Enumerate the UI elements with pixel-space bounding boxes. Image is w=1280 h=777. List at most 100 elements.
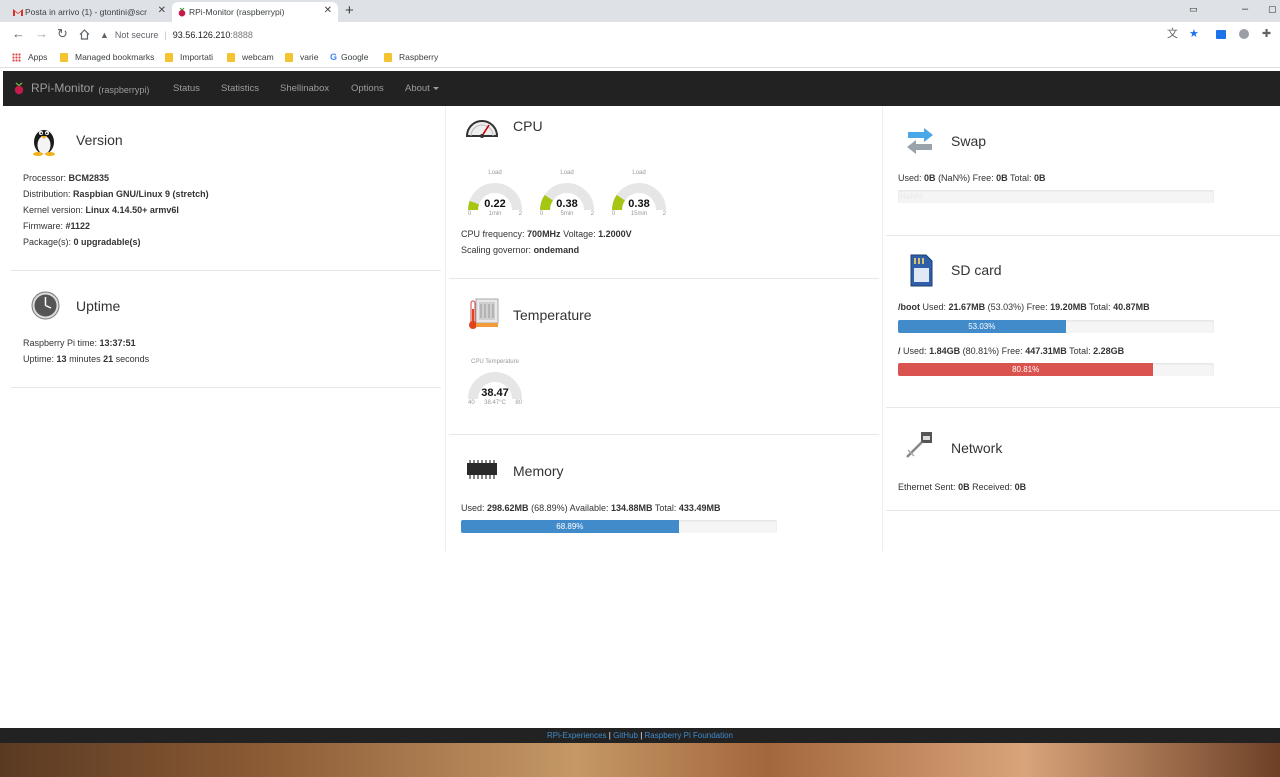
bookmark-varie[interactable]: varie (285, 52, 318, 62)
desktop-background (0, 743, 1280, 777)
panel-title: Memory (513, 463, 564, 479)
folder-icon (227, 52, 235, 62)
gmail-icon (13, 9, 23, 16)
folder-icon (165, 52, 173, 62)
tab-title: Posta in arrivo (1) - gtontini@scr (25, 7, 148, 17)
uptime-panel: Uptime Raspberry Pi time: 13:37:51 Uptim… (11, 271, 441, 388)
boot-usage-row: /boot Used: 21.67MB (53.03%) Free: 19.20… (898, 302, 1150, 312)
sdcard-panel: SD card /boot Used: 21.67MB (53.03%) Fre… (886, 236, 1280, 408)
star-icon[interactable]: ★ (1189, 28, 1199, 40)
bookmark-importati[interactable]: Importati (165, 52, 213, 62)
linux-penguin-icon (33, 130, 55, 156)
boot-progress-bar: 53.03% (898, 320, 1214, 333)
url-port: :8888 (230, 30, 253, 40)
bookmark-managed[interactable]: Managed bookmarks (60, 52, 154, 62)
temperature-panel: Temperature CPU Temperature 38.47 40 38.… (449, 279, 879, 435)
gauge-value: 0.38 (556, 198, 578, 210)
gauge-label: 1min (488, 211, 502, 217)
tab-gmail[interactable]: Posta in arrivo (1) - gtontini@scr ✕ (8, 2, 172, 22)
cpu-temperature-gauge: CPU Temperature 38.47 40 38.47°C 80 (465, 359, 525, 409)
gauge-max: 2 (518, 211, 522, 217)
kernel-row: Kernel version: Linux 4.14.50+ armv6l (23, 205, 179, 215)
gauge-title: Load (488, 170, 502, 176)
panel-title: SD card (951, 262, 1002, 278)
column-divider (445, 106, 446, 551)
uptime-row: Uptime: 13 minutes 21 seconds (23, 354, 150, 364)
folder-icon (285, 52, 293, 62)
not-secure-label[interactable]: Not secure (115, 30, 159, 40)
network-cable-icon (906, 432, 932, 458)
browser-toolbar: ← → ↻ ▲ Not secure | 93.56.126.210:8888 … (0, 22, 1280, 48)
cpu-frequency-row: CPU frequency: 700MHz Voltage: 1.2000V (461, 229, 632, 239)
nav-shellinabox[interactable]: Shellinabox (280, 83, 329, 94)
bookmark-google[interactable]: G Google (330, 52, 368, 62)
caret-down-icon (432, 86, 439, 90)
top-navbar: RPi-Monitor (raspberrypi) Status Statist… (3, 71, 1280, 106)
new-tab-icon[interactable]: + (345, 2, 354, 20)
footer-link-rpi-experiences[interactable]: RPi-Experiences (547, 731, 607, 740)
puzzle-icon[interactable]: ✚ (1262, 28, 1271, 40)
swap-usage-row: Used: 0B (NaN%) Free: 0B Total: 0B (898, 173, 1046, 183)
raspberry-icon (178, 7, 186, 17)
panel-title: Swap (951, 133, 987, 149)
memory-progress-fill: 68.89% (461, 520, 679, 533)
gauge-title: Load (632, 170, 646, 176)
root-progress-bar: 80.81% (898, 363, 1214, 376)
warning-icon[interactable]: ▲ (100, 30, 109, 40)
memory-usage-row: Used: 298.62MB (68.89%) Available: 134.8… (461, 503, 721, 513)
clock-icon (31, 291, 60, 320)
swap-progress-label: NaN% (900, 192, 924, 201)
nav-options[interactable]: Options (351, 83, 384, 94)
back-icon[interactable]: ← (12, 26, 25, 42)
nav-statistics[interactable]: Statistics (221, 83, 259, 94)
gauge-title: Load (560, 170, 574, 176)
memory-chip-icon (467, 460, 497, 479)
root-usage-row: / Used: 1.84GB (80.81%) Free: 447.31MB T… (898, 346, 1125, 356)
profile-icon[interactable]: ▭ (1189, 0, 1198, 18)
footer-link-raspberry-pi-foundation[interactable]: Raspberry Pi Foundation (645, 731, 734, 740)
firmware-row: Firmware: #1122 (23, 221, 91, 231)
tab-rpi-monitor[interactable]: RPi-Monitor (raspberrypi) ✕ (172, 2, 338, 22)
brand-hostname: (raspberrypi) (98, 85, 150, 95)
nav-status[interactable]: Status (173, 83, 200, 94)
profile-avatar-icon[interactable] (1239, 29, 1249, 39)
google-icon: G (330, 52, 338, 62)
close-icon[interactable]: ✕ (158, 5, 166, 16)
version-panel: Version Processor: BCM2835 Distribution:… (11, 106, 441, 271)
speedometer-icon (465, 120, 499, 138)
gauge-value: 0.22 (484, 198, 506, 210)
footer-link-github[interactable]: GitHub (613, 731, 638, 740)
memory-progress-bar: 68.89% (461, 520, 777, 533)
brand-link[interactable]: RPi-Monitor (raspberrypi) (13, 81, 149, 95)
panel-title: CPU (513, 118, 543, 134)
gauge-max: 2 (590, 211, 594, 217)
panel-title: Version (76, 132, 123, 148)
home-icon[interactable] (79, 29, 90, 40)
forward-icon[interactable]: → (35, 26, 48, 42)
reload-icon[interactable]: ↻ (57, 26, 68, 42)
folder-icon (384, 52, 392, 62)
distribution-row: Distribution: Raspbian GNU/Linux 9 (stre… (23, 189, 209, 199)
minimize-icon[interactable]: – (1242, 0, 1248, 18)
address-bar[interactable]: ▲ Not secure | 93.56.126.210:8888 (100, 25, 1160, 45)
browser-tab-strip: Posta in arrivo (1) - gtontini@scr ✕ RPi… (0, 0, 1280, 22)
bookmark-raspberry[interactable]: Raspberry (384, 52, 438, 62)
nav-about-label: About (405, 83, 430, 94)
maximize-icon[interactable]: ▢ (1268, 0, 1277, 18)
translate-icon[interactable]: 文 (1167, 28, 1178, 40)
root-progress-fill: 80.81% (898, 363, 1154, 376)
bookmark-apps[interactable]: Apps (12, 52, 47, 62)
governor-row: Scaling governor: ondemand (461, 245, 580, 255)
gauge-label: 5min (560, 211, 574, 217)
boot-progress-fill: 53.03% (898, 320, 1066, 333)
packages-row: Package(s): 0 upgradable(s) (23, 237, 141, 247)
extension-icon[interactable] (1216, 30, 1226, 39)
page-footer: RPi-Experiences | GitHub | Raspberry Pi … (0, 728, 1280, 743)
swap-panel: Swap Used: 0B (NaN%) Free: 0B Total: 0B … (886, 106, 1280, 236)
bookmark-webcam[interactable]: webcam (227, 52, 274, 62)
close-icon[interactable]: ✕ (324, 5, 332, 16)
gauge-label: 15min (630, 211, 648, 217)
panel-title: Network (951, 440, 1003, 456)
bookmarks-bar: Apps Managed bookmarks Importati webcam … (0, 48, 1280, 68)
nav-about[interactable]: About (405, 83, 439, 94)
